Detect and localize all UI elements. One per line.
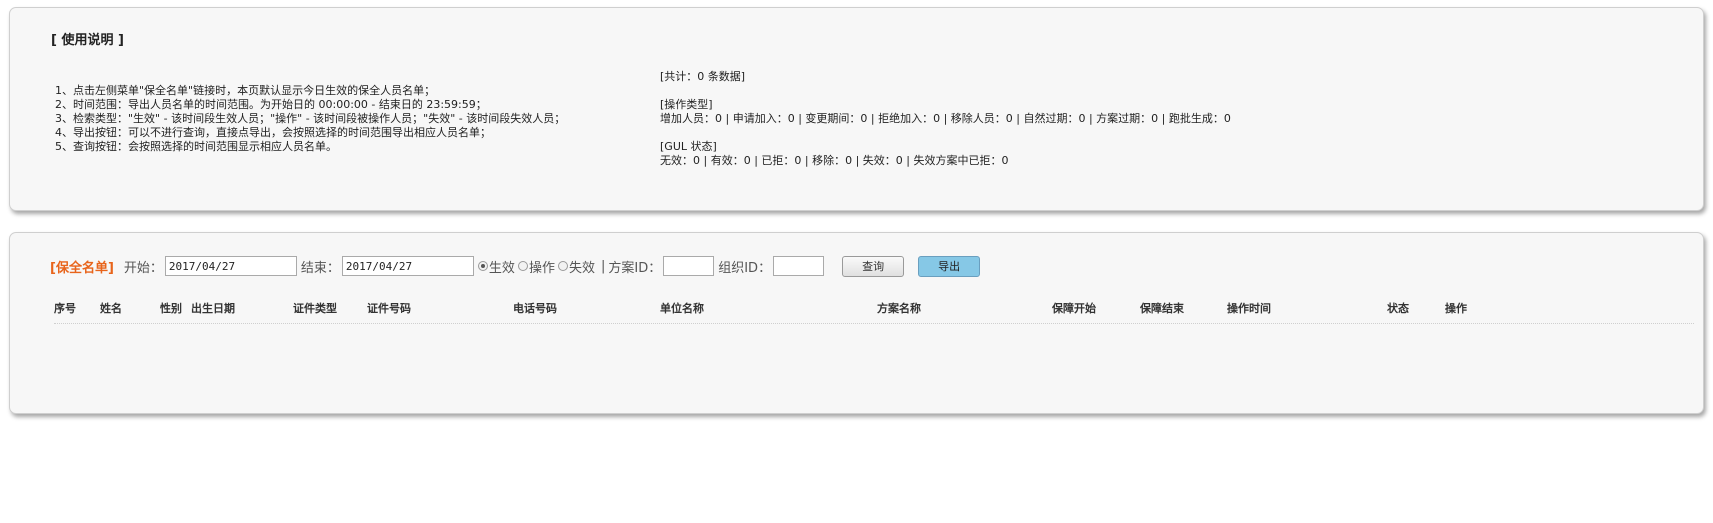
operation-type-header: [操作类型] (660, 98, 713, 111)
filter-toolbar: [保全名单] 开始： 结束： 生效 操作 失效 | 方案ID： 组织ID： 查询… (50, 253, 981, 279)
col-gender: 性别 (160, 302, 182, 315)
list-title: [保全名单] (50, 260, 114, 276)
usage-panel: [ 使用说明 ] 1、点击左侧菜单"保全名单"链接时，本页默认显示今日生效的保全… (9, 7, 1704, 211)
radio-operate[interactable]: 操作 (517, 257, 555, 276)
separator: | (600, 258, 606, 274)
org-id-label: 组织ID： (718, 260, 772, 276)
gul-status-counts: 无效：0 | 有效：0 | 已拒：0 | 移除：0 | 失效：0 | 失效方案中… (660, 154, 1009, 167)
radio-invalid-label: 失效 (568, 260, 595, 276)
export-button[interactable]: 导出 (918, 255, 981, 277)
table-header: 序号 姓名 性别 出生日期 证件类型 证件号码 电话号码 单位名称 方案名称 保… (54, 293, 1694, 324)
col-company: 单位名称 (660, 302, 704, 315)
end-label: 结束： (300, 260, 340, 276)
total-count: [共计：0 条数据] (660, 70, 746, 83)
plan-id-label: 方案ID： (608, 260, 662, 276)
col-birthdate: 出生日期 (191, 302, 235, 315)
col-coverage-start: 保障开始 (1052, 302, 1096, 315)
operation-type-counts: 增加人员：0 | 申请加入：0 | 变更期间：0 | 拒绝加入：0 | 移除人员… (660, 112, 1231, 125)
start-label: 开始： (123, 260, 163, 276)
radio-invalid[interactable]: 失效 (557, 257, 595, 276)
plan-id-input[interactable] (663, 256, 715, 276)
radio-effective[interactable]: 生效 (477, 257, 515, 276)
col-id-number: 证件号码 (367, 302, 411, 315)
list-panel: [保全名单] 开始： 结束： 生效 操作 失效 | 方案ID： 组织ID： 查询… (9, 232, 1704, 414)
end-date-input[interactable] (341, 256, 474, 276)
col-plan-name: 方案名称 (877, 302, 921, 315)
col-operation-time: 操作时间 (1227, 302, 1271, 315)
col-status: 状态 (1387, 302, 1409, 315)
start-date-input[interactable] (164, 256, 297, 276)
radio-effective-label: 生效 (488, 260, 515, 276)
col-index: 序号 (54, 302, 76, 315)
usage-item: 4、导出按钮：可以不进行查询，直接点导出，会按照选择的时间范围导出相应人员名单； (55, 126, 491, 139)
radio-operate-label: 操作 (528, 260, 555, 276)
gul-status-header: [GUL 状态] (660, 140, 717, 153)
usage-item: 2、时间范围：导出人员名单的时间范围。为开始日的 00:00:00 - 结束日的… (55, 98, 487, 111)
usage-item: 5、查询按钮：会按照选择的时间范围显示相应人员名单。 (55, 140, 337, 153)
radio-unchecked-icon[interactable] (517, 261, 528, 271)
radio-checked-icon[interactable] (477, 261, 488, 271)
col-phone: 电话号码 (513, 302, 557, 315)
usage-list: 1、点击左侧菜单"保全名单"链接时，本页默认显示今日生效的保全人员名单； 2、时… (55, 84, 565, 154)
query-button[interactable]: 查询 (842, 255, 905, 277)
col-coverage-end: 保障结束 (1140, 302, 1184, 315)
stats-block: [共计：0 条数据] [操作类型] 增加人员：0 | 申请加入：0 | 变更期间… (660, 70, 1231, 168)
col-name: 姓名 (100, 302, 122, 315)
usage-item: 3、检索类型："生效" - 该时间段生效人员；"操作" - 该时间段被操作人员；… (55, 112, 566, 125)
usage-item: 1、点击左侧菜单"保全名单"链接时，本页默认显示今日生效的保全人员名单； (55, 84, 436, 97)
col-actions: 操作 (1445, 302, 1467, 315)
org-id-input[interactable] (773, 256, 825, 276)
col-id-type: 证件类型 (293, 302, 337, 315)
usage-title: [ 使用说明 ] (51, 33, 124, 48)
radio-unchecked-icon[interactable] (557, 261, 568, 271)
